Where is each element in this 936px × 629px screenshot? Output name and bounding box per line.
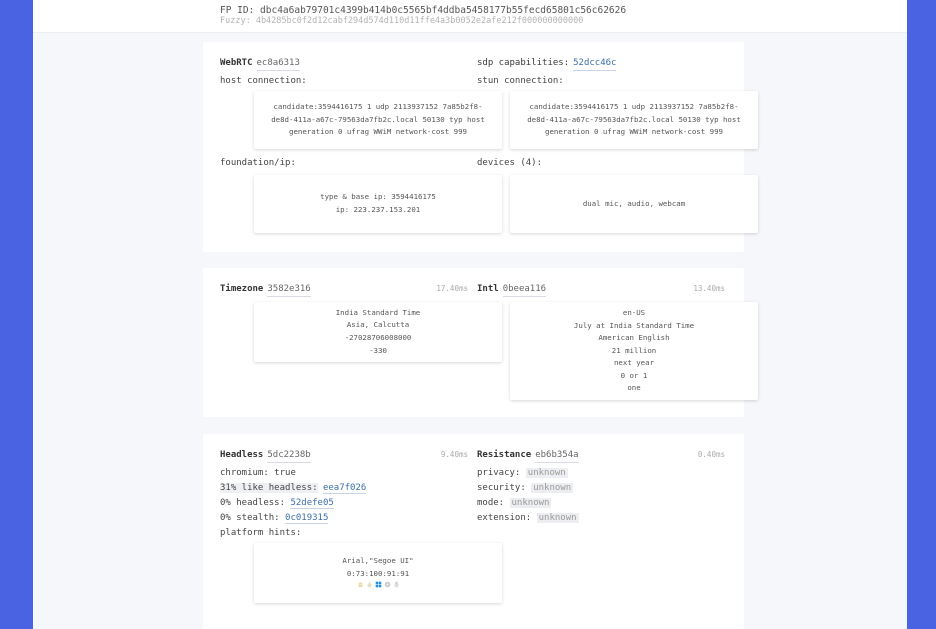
chromium-line: chromium: true xyxy=(220,468,296,478)
candidate-line: de8d-411a-a67c-79563da7fb2c.local 50130 … xyxy=(527,114,741,124)
sdp-hash-link[interactable]: 52dcc46c xyxy=(573,58,617,71)
linux-icon xyxy=(393,581,399,588)
stealth-hash-link[interactable]: 0c019315 xyxy=(285,513,329,524)
intl-line: 0 or 1 xyxy=(620,370,648,380)
webrtc-card: WebRTC ec8a6313 host connection: foundati… xyxy=(203,42,758,252)
intl-line: 21 million xyxy=(611,345,657,355)
stealth-label: 0% stealth: xyxy=(220,513,280,523)
fp-id: FP ID: dbc4a6ab79701c4399b414b0c5565bf4d… xyxy=(220,5,627,16)
candidate-line: de8d-411a-a67c-79563da7fb2c.local 50130 … xyxy=(271,114,485,124)
host-candidate-box: candidate:3594416175 1 udp 2113937152 7a… xyxy=(254,91,502,149)
section-hash[interactable]: 0beea116 xyxy=(502,284,547,297)
timing: 17.40ms xyxy=(436,284,468,293)
candidate-line: candidate:3594416175 1 udp 2113937152 7a… xyxy=(529,102,739,112)
timezone-line: -27028706008000 xyxy=(344,333,412,342)
android-icon xyxy=(357,582,363,588)
timing: 13.40ms xyxy=(693,284,725,293)
section-hash[interactable]: eb6b354a xyxy=(535,450,579,463)
candidate-line: generation 0 ufrag WWiM network-cost 999 xyxy=(289,127,467,137)
intl-box: en-US July at India Standard Time Americ… xyxy=(510,302,758,400)
like-headless-line: 31% like headless: eea7f026 xyxy=(220,481,468,496)
platform-hints-label: platform hints: xyxy=(220,528,302,538)
headless-column: Headless 5dc2238b 9.40ms chromium: true 3… xyxy=(220,450,468,541)
headless-resistance-card: Headless 5dc2238b 9.40ms chromium: true 3… xyxy=(203,434,744,629)
section-hash[interactable]: ec8a6313 xyxy=(256,58,300,71)
extension-label: extension: xyxy=(477,513,532,523)
section-hash[interactable]: 3582e316 xyxy=(267,284,311,297)
timezone-line: Asia, Calcutta xyxy=(346,320,410,330)
mode-label: mode: xyxy=(477,498,505,508)
platform-value-line: 0:73:100:91:91 xyxy=(346,568,410,578)
mode-line: mode: unknown xyxy=(477,496,725,511)
security-label: security: xyxy=(477,483,526,493)
headless-hash-link[interactable]: 52defe05 xyxy=(290,498,334,509)
resistance-column: Resistance eb6b354a 0.40ms privacy: unkno… xyxy=(477,450,725,526)
platform-hints-box: Arial,"Segoe UI" 0:73:100:91:91 xyxy=(254,543,502,603)
devices-label: devices (4): xyxy=(477,158,543,168)
intl-line: next year xyxy=(613,358,655,368)
privacy-label: privacy: xyxy=(477,468,521,478)
stealth-line: 0% stealth: 0c019315 xyxy=(220,511,468,526)
section-title: Intl xyxy=(477,284,499,294)
platform-icons xyxy=(254,581,502,591)
foundation-line: ip: 223.237.153.201 xyxy=(335,205,421,214)
webrtc-column: WebRTC ec8a6313 host connection: foundati… xyxy=(220,58,468,168)
security-line: security: unknown xyxy=(477,481,725,496)
section-title: Headless xyxy=(220,450,264,460)
timezone-box: India Standard Time Asia, Calcutta -2702… xyxy=(254,302,502,362)
section-title: Resistance xyxy=(477,450,532,460)
intl-line: July at India Standard Time xyxy=(573,320,695,330)
sdp-label: sdp capabilities: xyxy=(477,58,570,68)
fingerprint-header: FP ID: dbc4a6ab79701c4399b414b0c5565bf4d… xyxy=(33,0,907,33)
foundation-box: type & base ip: 3594416175 ip: 223.237.1… xyxy=(254,175,502,233)
privacy-value: unknown xyxy=(525,468,568,478)
fp-fuzzy: Fuzzy: 4b4285bc0f2d12cabf294d574d110d11f… xyxy=(220,16,584,26)
timezone-intl-card: Timezone 3582e316 17.40ms India Standard … xyxy=(203,268,758,417)
timezone-column: Timezone 3582e316 17.40ms xyxy=(220,284,468,300)
candidate-line: candidate:3594416175 1 udp 2113937152 7a… xyxy=(273,102,483,112)
timing: 0.40ms xyxy=(697,450,725,459)
foundation-line: type & base ip: 3594416175 xyxy=(320,192,436,202)
devices-box: dual mic, audio, webcam xyxy=(510,175,758,233)
page: FP ID: dbc4a6ab79701c4399b414b0c5565bf4d… xyxy=(33,0,907,629)
devices-value: dual mic, audio, webcam xyxy=(582,198,686,208)
timezone-line: -330 xyxy=(369,345,387,355)
extension-line: extension: unknown xyxy=(477,511,725,526)
section-title: WebRTC xyxy=(220,58,253,68)
windows-icon xyxy=(375,581,381,588)
sdp-column: sdp capabilities: 52dcc46c stun connectio… xyxy=(477,58,725,168)
intl-column: Intl 0beea116 13.40ms xyxy=(477,284,725,300)
timezone-line: India Standard Time xyxy=(335,307,421,317)
intl-line: en-US xyxy=(622,307,646,317)
chrome-os-icon xyxy=(384,581,390,588)
headless-label: 0% headless: xyxy=(220,498,286,508)
like-headless-label: 31% like headless: xyxy=(220,483,318,493)
privacy-line: privacy: unknown xyxy=(477,466,725,481)
headless-line: 0% headless: 52defe05 xyxy=(220,496,468,511)
mode-value: unknown xyxy=(509,498,552,508)
foundation-label: foundation/ip: xyxy=(220,158,296,168)
intl-line: one xyxy=(627,383,641,393)
like-headless-hash-link[interactable]: eea7f026 xyxy=(322,483,367,494)
stun-connection-label: stun connection: xyxy=(477,76,564,86)
section-title: Timezone xyxy=(220,284,264,294)
host-connection-label: host connection: xyxy=(220,76,307,86)
timing: 9.40ms xyxy=(440,450,468,459)
platform-font-line: Arial,"Segoe UI" xyxy=(342,555,414,565)
section-hash[interactable]: 5dc2238b xyxy=(267,450,311,463)
extension-value: unknown xyxy=(536,513,579,523)
stun-candidate-box: candidate:3594416175 1 udp 2113937152 7a… xyxy=(510,91,758,149)
candidate-line: generation 0 ufrag WWiM network-cost 999 xyxy=(545,127,723,137)
intl-line: American English xyxy=(598,333,670,343)
security-value: unknown xyxy=(531,483,574,493)
apple-icon xyxy=(366,581,372,588)
